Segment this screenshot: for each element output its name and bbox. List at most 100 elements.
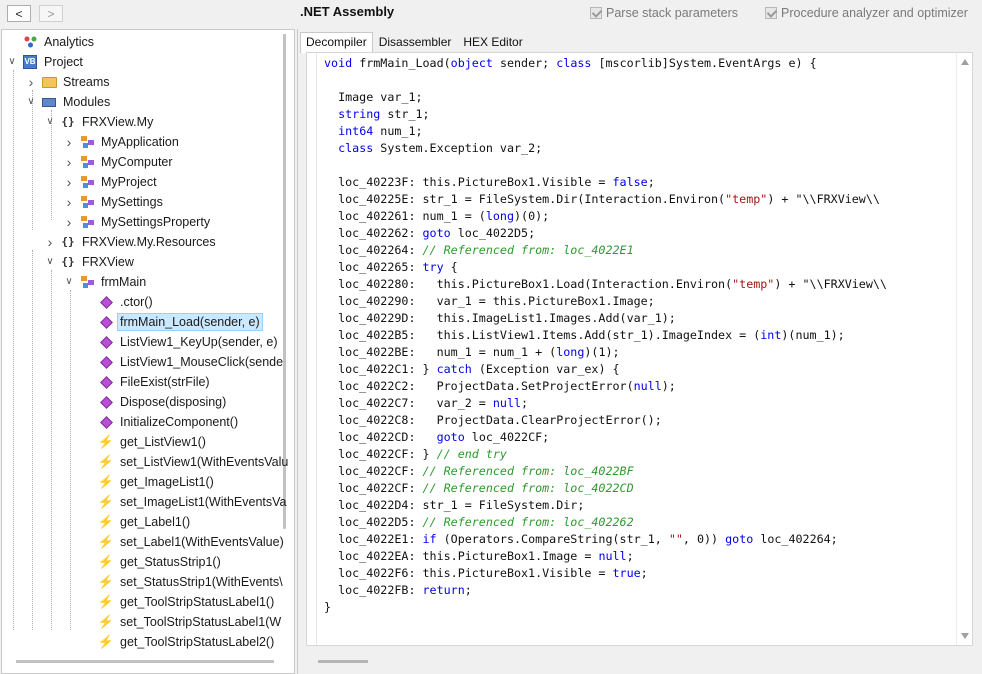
namespace-icon: {} bbox=[61, 235, 75, 248]
tree-item[interactable]: FileExist(strFile) bbox=[82, 372, 213, 392]
property-icon: ⚡ bbox=[97, 594, 115, 609]
code-line: loc_4022E1: if (Operators.CompareString(… bbox=[324, 532, 838, 546]
code-line: loc_4022EA: this.PictureBox1.Image = nul… bbox=[324, 549, 634, 563]
expand-icon[interactable]: › bbox=[63, 132, 75, 152]
namespace-icon: {} bbox=[61, 255, 75, 268]
procedure-analyzer-label: Procedure analyzer and optimizer bbox=[781, 6, 968, 20]
collapse-icon[interactable]: ∨ bbox=[6, 52, 18, 72]
tree-item[interactable]: frmMain_Load(sender, e) bbox=[82, 312, 263, 332]
collapse-icon[interactable]: ∨ bbox=[63, 272, 75, 292]
tree-item[interactable]: ⚡ set_Label1(WithEventsValue) bbox=[82, 532, 287, 552]
tab-decompiler[interactable]: Decompiler bbox=[300, 32, 373, 53]
tree-item-label: frmMain_Load(sender, e) bbox=[117, 313, 263, 331]
tree-item[interactable]: ⚡ get_StatusStrip1() bbox=[82, 552, 224, 572]
tree-item[interactable]: ListView1_MouseClick(sende bbox=[82, 352, 286, 372]
code-editor[interactable]: void frmMain_Load(object sender; class [… bbox=[306, 52, 973, 646]
code-line: loc_4022CF: } // end try bbox=[324, 447, 507, 461]
method-icon bbox=[98, 294, 114, 310]
code-line: loc_40223F: this.PictureBox1.Visible = f… bbox=[324, 175, 655, 189]
tree-item[interactable]: ⚡ get_ToolStripStatusLabel2() bbox=[82, 632, 277, 652]
tree-item[interactable]: .ctor() bbox=[82, 292, 156, 312]
expand-icon[interactable]: › bbox=[63, 212, 75, 232]
collapse-icon[interactable]: ∨ bbox=[44, 112, 56, 132]
tree-item-label: .ctor() bbox=[120, 295, 153, 309]
expand-icon[interactable]: › bbox=[44, 232, 56, 252]
forward-button[interactable]: > bbox=[39, 5, 63, 22]
tree-item[interactable]: › MySettings bbox=[63, 192, 166, 212]
project-tree[interactable]: Analytics ∨ VB Project › Streams ∨ Modules ∨{} FR… bbox=[1, 29, 295, 674]
tree-item-label: FRXView bbox=[82, 255, 134, 269]
scroll-up-icon[interactable] bbox=[961, 59, 969, 65]
tree-item-label: Modules bbox=[63, 95, 111, 109]
tree-item-label: get_ListView1() bbox=[120, 435, 206, 449]
tree-item-label: set_Label1(WithEventsValue) bbox=[120, 535, 284, 549]
expand-icon[interactable]: › bbox=[63, 172, 75, 192]
tree-item-label: frmMain bbox=[101, 275, 147, 289]
folder-icon bbox=[41, 74, 57, 90]
code-line: string str_1; bbox=[338, 107, 430, 121]
view-tabs: Decompiler Disassembler HEX Editor bbox=[300, 32, 529, 53]
tab-disassembler[interactable]: Disassembler bbox=[373, 32, 458, 52]
tree-item[interactable]: ∨ {} FRXView bbox=[44, 252, 137, 272]
code-line: loc_4022B5: this.ListView1.Items.Add(str… bbox=[324, 328, 845, 342]
tree-item[interactable]: › MyComputer bbox=[63, 152, 176, 172]
tree-item[interactable]: ⚡ set_ListView1(WithEventsValu bbox=[82, 452, 291, 472]
tree-guide-line bbox=[70, 290, 71, 630]
code-vertical-scrollbar[interactable] bbox=[956, 53, 972, 645]
decompiled-code[interactable]: void frmMain_Load(object sender; class [… bbox=[324, 55, 887, 616]
tree-guide-line bbox=[51, 270, 52, 630]
code-horizontal-scrollbar[interactable] bbox=[318, 660, 368, 663]
tree-item[interactable]: › MyApplication bbox=[63, 132, 182, 152]
tree-item-label: MySettings bbox=[101, 195, 163, 209]
class-icon bbox=[79, 214, 95, 230]
tab-hex-editor[interactable]: HEX Editor bbox=[457, 32, 528, 52]
procedure-analyzer-checkbox[interactable]: Procedure analyzer and optimizer bbox=[765, 6, 968, 20]
expand-icon[interactable]: › bbox=[63, 192, 75, 212]
tree-item[interactable]: ∨ VB Project bbox=[6, 52, 86, 72]
code-line: class System.Exception var_2; bbox=[338, 141, 543, 155]
tree-item[interactable]: ⚡ set_StatusStrip1(WithEvents\ bbox=[82, 572, 286, 592]
tree-item[interactable]: InitializeComponent() bbox=[82, 412, 241, 432]
code-line: loc_4022C7: var_2 = null; bbox=[324, 396, 529, 410]
tree-item-label: get_Label1() bbox=[120, 515, 191, 529]
code-line: loc_402261: num_1 = (long)(0); bbox=[324, 209, 550, 223]
tree-item[interactable]: ⚡ get_ImageList1() bbox=[82, 472, 217, 492]
tree-item[interactable]: ⚡ set_ToolStripStatusLabel1(W bbox=[82, 612, 284, 632]
parse-stack-checkbox[interactable]: Parse stack parameters bbox=[590, 6, 738, 20]
tree-item-label: FileExist(strFile) bbox=[120, 375, 210, 389]
collapse-icon[interactable]: ∨ bbox=[25, 92, 37, 112]
code-line: loc_4022C1: } catch (Exception var_ex) { bbox=[324, 362, 620, 376]
tree-item[interactable]: Dispose(disposing) bbox=[82, 392, 229, 412]
tree-item[interactable]: › MySettingsProperty bbox=[63, 212, 213, 232]
expand-icon[interactable]: › bbox=[25, 72, 37, 92]
tree-item[interactable]: › MyProject bbox=[63, 172, 160, 192]
tree-item-label: MyComputer bbox=[101, 155, 173, 169]
tree-item[interactable]: › {} FRXView.My.Resources bbox=[44, 232, 219, 252]
tree-item[interactable]: ⚡ get_ToolStripStatusLabel1() bbox=[82, 592, 277, 612]
tree-guide-line bbox=[13, 70, 14, 630]
tree-item[interactable]: Analytics bbox=[6, 32, 97, 52]
tree-item[interactable]: › Streams bbox=[25, 72, 113, 92]
tree-item-label: Analytics bbox=[44, 35, 95, 49]
code-line: loc_4022D4: str_1 = FileSystem.Dir; bbox=[324, 498, 585, 512]
code-line: loc_4022BE: num_1 = num_1 + (long)(1); bbox=[324, 345, 620, 359]
expand-icon[interactable]: › bbox=[63, 152, 75, 172]
code-line: loc_4022D5: // Referenced from: loc_4022… bbox=[324, 515, 634, 529]
tree-item[interactable]: ∨ {} FRXView.My bbox=[44, 112, 156, 132]
tree-item[interactable]: ∨ frmMain bbox=[63, 272, 149, 292]
scroll-down-icon[interactable] bbox=[961, 633, 969, 639]
method-icon bbox=[98, 334, 114, 350]
tree-horizontal-scrollbar[interactable] bbox=[16, 660, 274, 663]
tree-item-label: FRXView.My.Resources bbox=[82, 235, 216, 249]
tree-item[interactable]: ⚡ get_ListView1() bbox=[82, 432, 209, 452]
property-icon: ⚡ bbox=[97, 554, 115, 569]
collapse-icon[interactable]: ∨ bbox=[44, 252, 56, 272]
tree-item[interactable]: ListView1_KeyUp(sender, e) bbox=[82, 332, 281, 352]
tree-item[interactable]: ∨ Modules bbox=[25, 92, 113, 112]
tree-item[interactable]: ⚡ set_ImageList1(WithEventsVa bbox=[82, 492, 290, 512]
tree-item-label: MyProject bbox=[101, 175, 157, 189]
tree-item[interactable]: ⚡ get_Label1() bbox=[82, 512, 193, 532]
tree-item-label: set_ToolStripStatusLabel1(W bbox=[120, 615, 282, 629]
back-button[interactable]: < bbox=[7, 5, 31, 22]
